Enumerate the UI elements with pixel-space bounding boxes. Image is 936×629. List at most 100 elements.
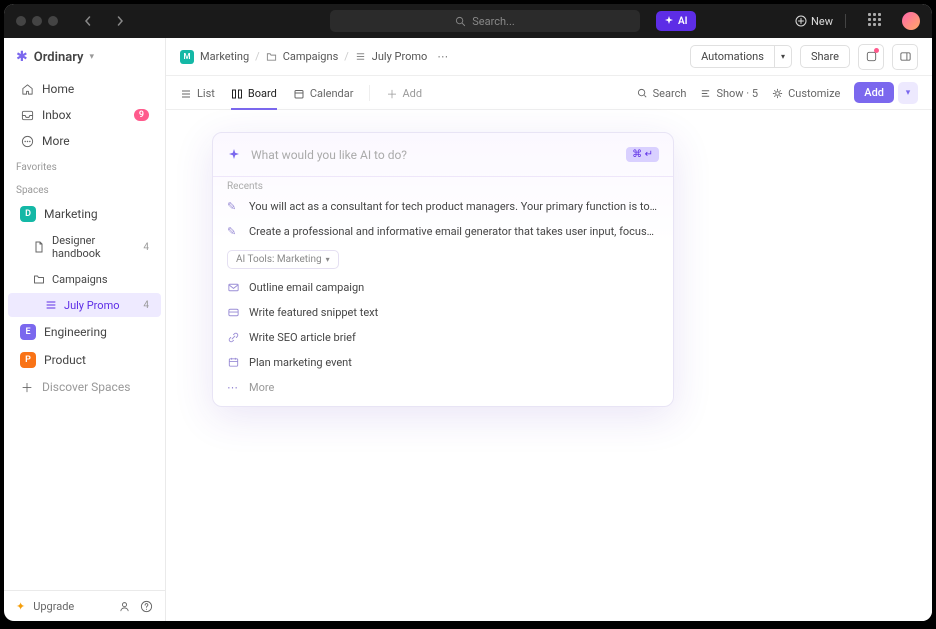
action-label: Search bbox=[653, 87, 687, 100]
mail-icon bbox=[227, 281, 241, 294]
user-avatar[interactable] bbox=[902, 12, 920, 30]
space-marketing[interactable]: D Marketing bbox=[8, 201, 161, 227]
spaces-header: Spaces bbox=[4, 177, 165, 200]
nav-more[interactable]: More bbox=[8, 129, 161, 153]
item-count: 4 bbox=[143, 300, 149, 311]
add-dropdown[interactable]: ▾ bbox=[898, 82, 918, 104]
automations-label: Automations bbox=[701, 50, 764, 63]
chevron-down-icon: ▾ bbox=[89, 52, 94, 62]
customize-action[interactable]: Customize bbox=[772, 76, 840, 110]
search-placeholder: Search... bbox=[472, 15, 515, 28]
action-label: Show · 5 bbox=[716, 87, 758, 100]
more-icon bbox=[20, 134, 34, 148]
recent-prompt[interactable]: ✎Create a professional and informative e… bbox=[213, 219, 673, 244]
automations-dropdown[interactable]: ▾ bbox=[774, 45, 792, 68]
ai-tool-seo[interactable]: Write SEO article brief bbox=[213, 325, 673, 350]
space-label: Product bbox=[44, 353, 86, 367]
new-button[interactable]: New bbox=[795, 15, 833, 28]
nav-forward-button[interactable] bbox=[108, 9, 132, 33]
plus-circle-icon bbox=[795, 15, 807, 27]
global-search[interactable]: Search... bbox=[330, 10, 640, 32]
automations-button[interactable]: Automations ▾ bbox=[690, 45, 792, 68]
view-list[interactable]: List bbox=[180, 76, 215, 110]
view-label: Add bbox=[402, 87, 422, 100]
view-board[interactable]: Board bbox=[231, 76, 277, 110]
workspace-name: Ordinary bbox=[34, 50, 84, 65]
search-action[interactable]: Search bbox=[637, 76, 687, 110]
crumb-folder[interactable]: Campaigns bbox=[283, 50, 339, 63]
nav-inbox[interactable]: Inbox 9 bbox=[8, 103, 161, 127]
recent-text: Create a professional and informative em… bbox=[249, 225, 659, 238]
recents-header: Recents bbox=[213, 177, 673, 194]
inbox-badge: 9 bbox=[134, 109, 149, 121]
ai-label: AI bbox=[678, 16, 688, 27]
nav-home[interactable]: Home bbox=[8, 77, 161, 101]
view-label: List bbox=[197, 87, 215, 100]
view-label: Board bbox=[248, 87, 277, 100]
space-engineering[interactable]: E Engineering bbox=[8, 319, 161, 345]
ai-panel: ⌘ ↵ Recents ✎You will act as a consultan… bbox=[212, 132, 674, 407]
more-icon[interactable]: ⋯ bbox=[437, 50, 448, 63]
space-badge: D bbox=[20, 206, 36, 222]
notifications-button[interactable] bbox=[858, 44, 884, 70]
ai-tool-outline-email[interactable]: Outline email campaign bbox=[213, 275, 673, 300]
space-badge: E bbox=[20, 324, 36, 340]
list-july-promo[interactable]: July Promo 4 bbox=[8, 293, 161, 317]
list-icon bbox=[355, 51, 366, 62]
crumb-list[interactable]: July Promo bbox=[372, 50, 428, 63]
discover-spaces[interactable]: ＋ Discover Spaces bbox=[8, 375, 161, 399]
plus-icon: ＋ bbox=[20, 380, 34, 394]
tool-label: Write featured snippet text bbox=[249, 306, 378, 319]
ai-prompt-input[interactable] bbox=[251, 148, 616, 162]
user-icon[interactable] bbox=[117, 599, 131, 613]
add-view[interactable]: ＋ Add bbox=[386, 76, 422, 110]
card-icon bbox=[227, 306, 241, 319]
ai-tool-event[interactable]: Plan marketing event bbox=[213, 350, 673, 375]
panel-toggle-button[interactable] bbox=[892, 44, 918, 70]
link-icon bbox=[227, 331, 241, 344]
ai-more[interactable]: ⋯More bbox=[213, 375, 673, 406]
inbox-icon bbox=[20, 108, 34, 122]
nav-back-button[interactable] bbox=[76, 9, 100, 33]
ai-tools-filter[interactable]: AI Tools: Marketing▾ bbox=[227, 250, 339, 269]
nav-label: Home bbox=[42, 82, 74, 96]
action-label: Customize bbox=[788, 87, 840, 100]
chip-label: AI Tools: Marketing bbox=[236, 254, 322, 265]
share-button[interactable]: Share bbox=[800, 45, 850, 68]
folder-campaigns[interactable]: Campaigns bbox=[8, 267, 161, 291]
folder-icon bbox=[32, 272, 46, 286]
view-calendar[interactable]: Calendar bbox=[293, 76, 354, 110]
apps-button[interactable] bbox=[868, 13, 884, 29]
views-bar: List Board Calendar ＋ Add Search Show · 5… bbox=[166, 76, 932, 110]
add-label: Add bbox=[864, 86, 884, 99]
item-label: July Promo bbox=[64, 299, 120, 312]
crumb-space[interactable]: Marketing bbox=[200, 50, 249, 63]
recent-text: You will act as a consultant for tech pr… bbox=[249, 200, 659, 213]
tool-label: Outline email campaign bbox=[249, 281, 364, 294]
ai-button[interactable]: AI bbox=[656, 11, 696, 31]
more-label: More bbox=[249, 381, 274, 394]
view-label: Calendar bbox=[310, 87, 354, 100]
doc-icon bbox=[32, 240, 46, 254]
nav-label: More bbox=[42, 134, 70, 148]
search-icon bbox=[455, 16, 466, 27]
doc-designer-handbook[interactable]: Designer handbook 4 bbox=[8, 229, 161, 265]
item-label: Campaigns bbox=[52, 273, 108, 286]
upgrade-button[interactable]: Upgrade bbox=[33, 600, 74, 613]
sidebar-footer: ✦ Upgrade bbox=[4, 590, 165, 621]
workspace-switcher[interactable]: ✱ Ordinary ▾ bbox=[4, 38, 165, 76]
plus-icon: ＋ bbox=[386, 86, 397, 102]
show-action[interactable]: Show · 5 bbox=[700, 76, 758, 110]
space-product[interactable]: P Product bbox=[8, 347, 161, 373]
add-task-button[interactable]: Add bbox=[854, 82, 894, 103]
space-label: Marketing bbox=[44, 207, 98, 221]
space-badge: P bbox=[20, 352, 36, 368]
space-badge-icon: M bbox=[180, 50, 194, 64]
board-canvas: ⌘ ↵ Recents ✎You will act as a consultan… bbox=[166, 110, 932, 621]
item-count: 4 bbox=[143, 242, 149, 253]
help-icon[interactable] bbox=[139, 599, 153, 613]
recent-prompt[interactable]: ✎You will act as a consultant for tech p… bbox=[213, 194, 673, 219]
ai-tool-snippet[interactable]: Write featured snippet text bbox=[213, 300, 673, 325]
titlebar: Search... AI New bbox=[4, 4, 932, 38]
main-content: M Marketing / Campaigns / July Promo ⋯ A… bbox=[166, 38, 932, 621]
